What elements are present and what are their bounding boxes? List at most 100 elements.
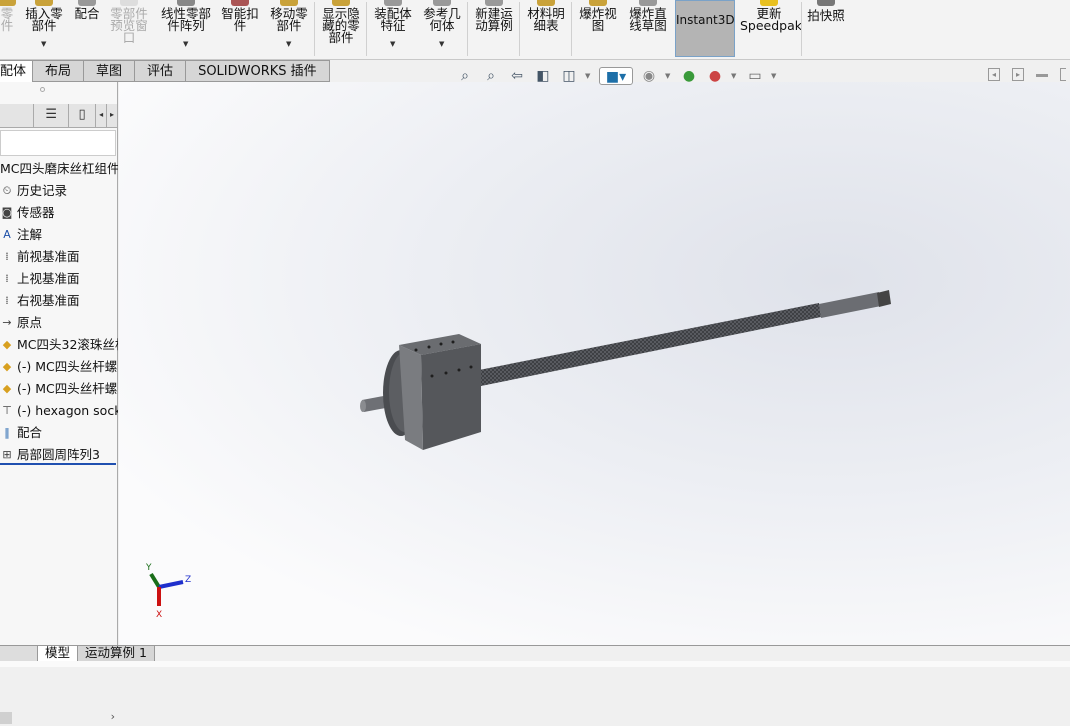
chevron-down-icon[interactable]: ▼ (41, 38, 46, 50)
tree-root[interactable]: MC四头磨床丝杠组件 (0, 158, 118, 180)
triad-z-label: Z (185, 575, 191, 585)
component-preview-button[interactable]: 零部件 预览窗 口 (106, 0, 152, 58)
feature-tree: MC四头磨床丝杠组件 ⏲ 历史记录 ◙ 传感器 A 注解 ⁞ 前视基准面 ⁞ 上视基准面 … (0, 158, 118, 466)
take-snapshot-button[interactable]: 拍快照 (804, 0, 848, 58)
scrollbar-thumb[interactable] (0, 712, 12, 724)
chevron-down-icon[interactable]: ▼ (585, 72, 593, 80)
tree-item[interactable]: ‖ 配合 (0, 422, 118, 444)
plane-icon: ⁞ (5, 250, 9, 263)
chevron-down-icon[interactable]: ▼ (731, 72, 739, 80)
tab-nav-arrows[interactable] (0, 646, 38, 661)
instant3d-button[interactable]: Instant3D (675, 0, 735, 57)
rollback-bar[interactable] (0, 463, 116, 465)
bill-of-materials-button[interactable]: 材料明 细表 (523, 0, 569, 58)
chevron-down-icon[interactable]: ▼ (286, 38, 291, 50)
edit-component-button[interactable]: 零 件 (0, 0, 20, 58)
nut-block-front (421, 344, 481, 450)
tree-item[interactable]: ⁞ 前视基准面 (0, 246, 118, 268)
chevron-down-icon[interactable]: ▼ (665, 72, 673, 80)
screw-shaft-end (819, 292, 881, 318)
command-manager-ribbon: 零 件 插入零 部件 ▼ 配合 零部件 预览窗 口 线性零部 件阵列 ▼ 智能扣 件… (0, 0, 1070, 60)
coordinate-triad: Y Z X (145, 563, 191, 620)
scroll-right-icon[interactable]: › (111, 710, 115, 723)
update-speedpak-button[interactable]: 更新 Speedpak (740, 0, 802, 58)
tab-motion-study-1[interactable]: 运动算例 1 (78, 646, 155, 661)
bottom-tabs: 模型 运动算例 1 (0, 645, 1070, 661)
tree-filter-input[interactable] (0, 130, 116, 156)
tree-item[interactable]: ◆ MC四头32滚珠丝杠 (0, 334, 118, 356)
part-icon: ◆ (2, 360, 12, 373)
tree-item[interactable]: → 原点 (0, 312, 118, 334)
plane-icon: ⁞ (5, 272, 9, 285)
tree-item[interactable]: ◙ 传感器 (0, 202, 118, 224)
show-hidden-components-button[interactable]: 显示隐 藏的零 部件 (318, 0, 364, 58)
feature-manager-panel: ☰ ▯ ◂ ▸ MC四头磨床丝杠组件 ⏲ 历史记录 ◙ 传感器 A 注解 ⁞ 前视基准面… (0, 82, 118, 726)
tab-sketch[interactable]: 草图 (84, 60, 136, 82)
part-icon: ◆ (2, 382, 12, 395)
triad-x-label: X (156, 610, 162, 620)
tab-model[interactable]: 模型 (38, 646, 79, 661)
plane-icon: ⁞ (5, 294, 9, 307)
linear-pattern-button[interactable]: 线性零部 件阵列 ▼ (156, 0, 216, 58)
scroll-left-icon[interactable]: ◂ (96, 104, 108, 128)
zoom-to-fit-icon[interactable]: ⌕ (455, 67, 475, 85)
command-tabs: 配体 布局 草图 评估 SOLIDWORKS 插件 (0, 60, 330, 82)
splitter-handle[interactable] (40, 87, 45, 92)
chevron-down-icon[interactable]: ▼ (439, 38, 444, 50)
pattern-icon: ⊞ (2, 448, 12, 461)
heads-up-view-toolbar: ⌕ ⌕ ⇦ ◧ ◫ ▼ ■▾ ◉ ▼ ● ● ▼ ▭ ▼ (455, 64, 779, 88)
tree-item[interactable]: ⁞ 上视基准面 (0, 268, 118, 290)
tree-item[interactable]: ⊤(-) hexagon socket (0, 400, 118, 422)
separator (366, 2, 367, 56)
part-icon: ◆ (2, 338, 12, 351)
chevron-down-icon[interactable]: ▼ (771, 72, 779, 80)
display-style-icon[interactable]: ■▾ (599, 67, 633, 85)
panel-left-icon[interactable]: ◂ (988, 68, 1000, 81)
tree-item[interactable]: A 注解 (0, 224, 118, 246)
apply-scene-icon[interactable]: ● (705, 67, 725, 85)
zoom-area-icon[interactable]: ⌕ (481, 67, 501, 85)
screw-thread (479, 303, 821, 386)
tab-layout[interactable]: 布局 (33, 60, 85, 82)
view-settings-icon[interactable]: ▭ (745, 67, 765, 85)
configuration-manager-tab[interactable]: ▯ (69, 104, 97, 128)
hide-show-icon[interactable]: ◉ (639, 67, 659, 85)
edit-appearance-icon[interactable]: ● (679, 67, 699, 85)
assembly-features-button[interactable]: 装配体 特征 ▼ (370, 0, 416, 58)
minimize-icon[interactable] (1036, 68, 1048, 77)
tab-evaluate[interactable]: 评估 (135, 60, 187, 82)
chevron-down-icon[interactable]: ▼ (390, 38, 395, 50)
reference-geometry-button[interactable]: 参考几 何体 ▼ (419, 0, 465, 58)
new-motion-study-button[interactable]: 新建运 动算例 (471, 0, 517, 58)
separator (519, 2, 520, 56)
panel-right-icon[interactable]: ▸ (1012, 68, 1024, 81)
ball-screw-model[interactable] (360, 290, 891, 450)
insert-components-button[interactable]: 插入零 部件 ▼ (22, 0, 66, 58)
property-manager-tab[interactable]: ☰ (34, 104, 69, 128)
section-view-icon[interactable]: ◧ (533, 67, 553, 85)
tree-item[interactable]: ⏲ 历史记录 (0, 180, 118, 202)
previous-view-icon[interactable]: ⇦ (507, 67, 527, 85)
horizontal-scrollbar[interactable]: › (0, 710, 118, 726)
smart-fasteners-button[interactable]: 智能扣 件 (218, 0, 262, 58)
tree-item[interactable]: ⁞ 右视基准面 (0, 290, 118, 312)
tree-item[interactable]: ◆(-) MC四头丝杆螺母 (0, 378, 118, 400)
screw-spline (877, 290, 891, 307)
feature-tree-tab[interactable] (0, 104, 35, 128)
exploded-view-button[interactable]: 爆炸视 图 (575, 0, 621, 58)
mate-button[interactable]: 配合 (70, 0, 104, 58)
maximize-icon[interactable] (1060, 68, 1066, 81)
separator (467, 2, 468, 56)
tree-item[interactable]: ◆(-) MC四头丝杆螺母 (0, 356, 118, 378)
window-controls: ◂ ▸ (988, 68, 1066, 81)
chevron-down-icon[interactable]: ▼ (183, 38, 188, 50)
screw-icon: ⊤ (2, 404, 12, 417)
scroll-right-icon[interactable]: ▸ (107, 104, 118, 128)
tab-solidworks-addins[interactable]: SOLIDWORKS 插件 (186, 60, 330, 82)
graphics-area[interactable]: Y Z X (119, 82, 1070, 645)
view-orientation-icon[interactable]: ◫ (559, 67, 579, 85)
tab-assembly[interactable]: 配体 (0, 60, 34, 82)
explode-line-sketch-button[interactable]: 爆炸直 线草图 (624, 0, 672, 58)
camera-icon (817, 0, 835, 6)
move-component-button[interactable]: 移动零 部件 ▼ (266, 0, 312, 58)
